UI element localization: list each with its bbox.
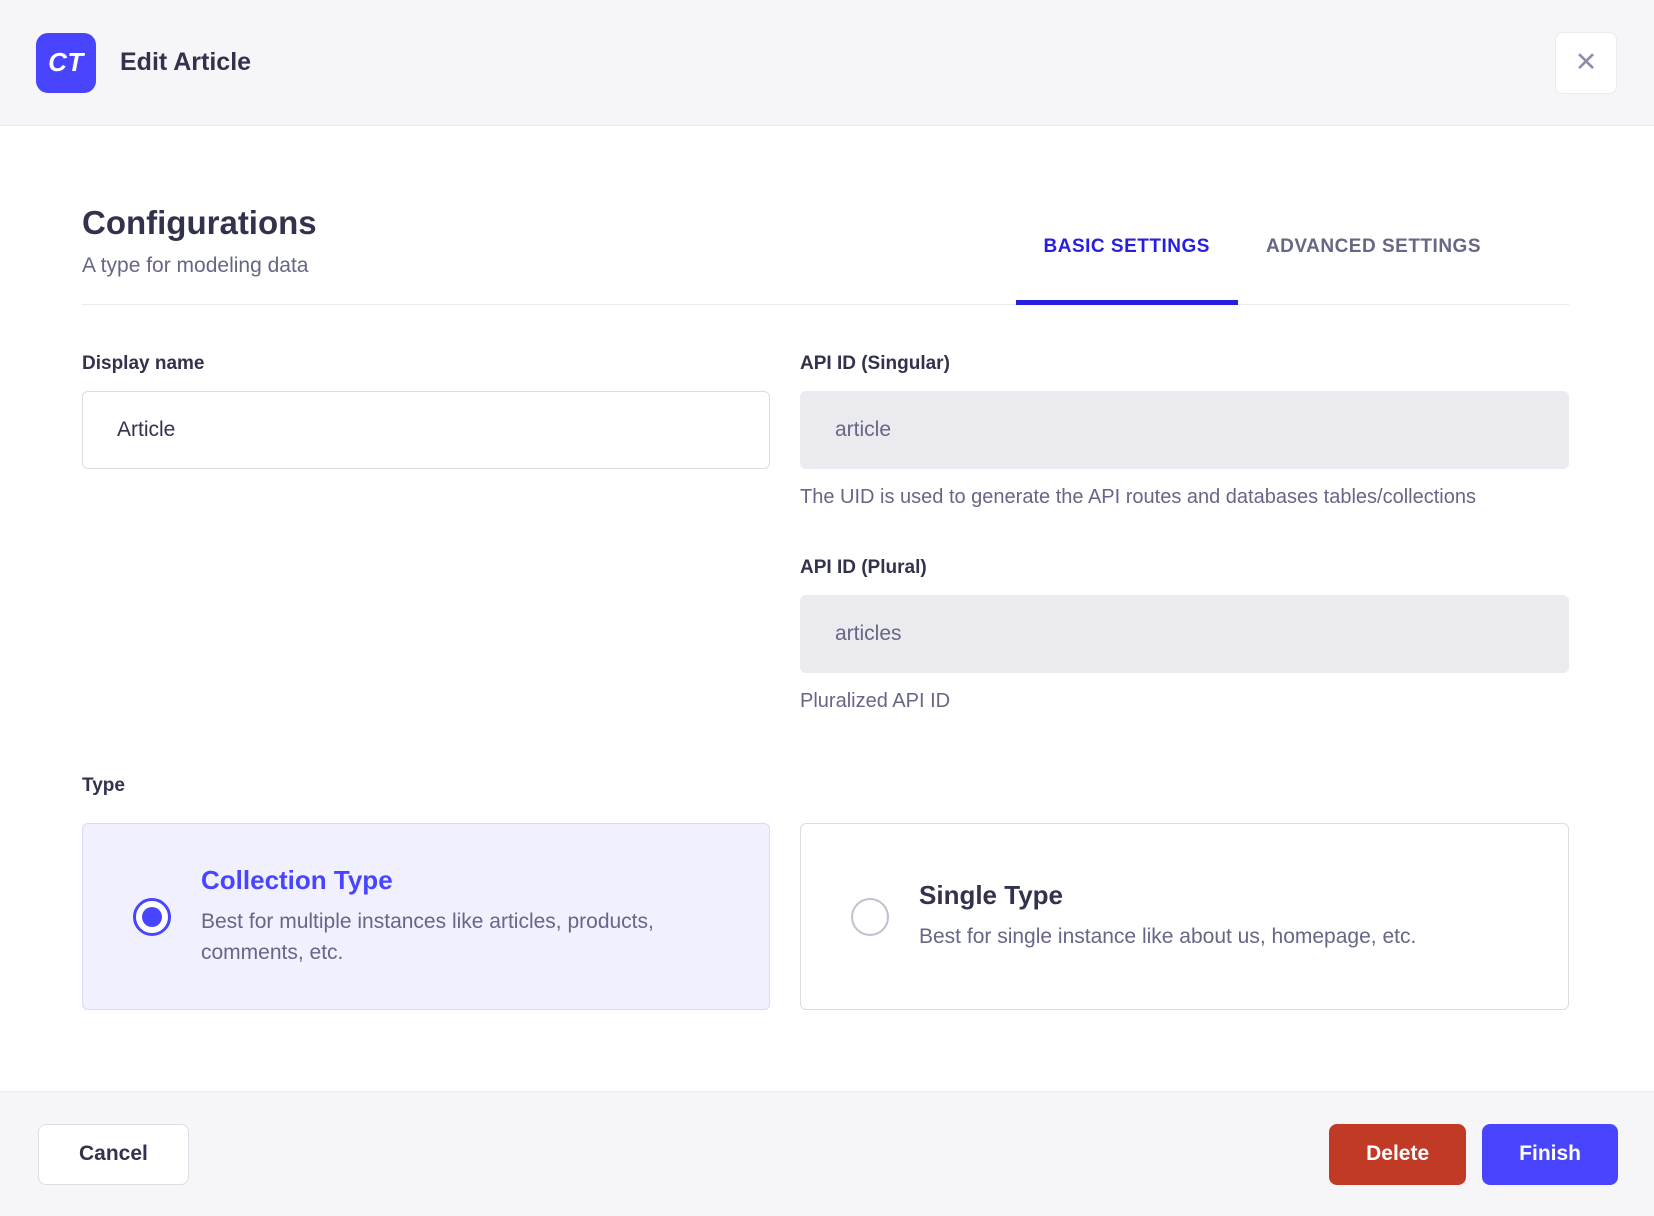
modal-header: CT Edit Article ✕	[0, 0, 1654, 126]
type-option-title: Collection Type	[201, 864, 393, 895]
api-id-singular-field: API ID (Singular) The UID is used to gen…	[800, 353, 1569, 513]
tab-basic-settings[interactable]: BASIC SETTINGS	[1015, 236, 1239, 305]
configuration-form: Display name API ID (Singular) The UID i…	[82, 353, 1569, 717]
content-type-badge-icon: CT	[36, 32, 96, 93]
api-id-plural-field: API ID (Plural) Pluralized API ID	[800, 557, 1569, 717]
section-head: Configurations A type for modeling data …	[82, 204, 1569, 305]
display-name-label: Display name	[82, 353, 205, 374]
type-option-text: Single Type Best for single instance lik…	[919, 880, 1416, 953]
display-name-input[interactable]	[82, 391, 770, 469]
type-section: Type Collection Type Best for multiple i…	[82, 775, 1569, 1010]
close-icon: ✕	[1574, 47, 1598, 77]
page-subtitle: A type for modeling data	[82, 254, 309, 277]
type-label: Type	[82, 775, 125, 796]
type-option-description: Best for multiple instances like article…	[201, 909, 654, 965]
type-option-title: Single Type	[919, 880, 1063, 911]
cancel-button[interactable]: Cancel	[38, 1123, 189, 1185]
page-title: Configurations	[82, 204, 317, 241]
api-id-plural-input	[800, 595, 1569, 673]
form-right-column: API ID (Singular) The UID is used to gen…	[800, 353, 1569, 717]
radio-unselected-icon[interactable]	[851, 897, 889, 936]
modal-body: Configurations A type for modeling data …	[0, 126, 1654, 1091]
type-cards: Collection Type Best for multiple instan…	[82, 823, 1569, 1010]
type-option-single[interactable]: Single Type Best for single instance lik…	[800, 823, 1569, 1010]
modal-title: Edit Article	[120, 48, 252, 76]
api-id-singular-helper: The UID is used to generate the API rout…	[800, 486, 1476, 508]
api-id-singular-label: API ID (Singular)	[800, 353, 950, 374]
footer-actions: Delete Finish	[1329, 1123, 1618, 1185]
type-option-text: Collection Type Best for multiple instan…	[201, 865, 733, 969]
display-name-field: Display name	[82, 353, 770, 469]
settings-tabs: BASIC SETTINGS ADVANCED SETTINGS	[1015, 236, 1569, 305]
form-left-column: Display name	[82, 353, 770, 717]
delete-button[interactable]: Delete	[1329, 1123, 1467, 1185]
modal-footer: Cancel Delete Finish	[0, 1091, 1654, 1216]
type-option-collection[interactable]: Collection Type Best for multiple instan…	[82, 823, 770, 1010]
tab-advanced-settings[interactable]: ADVANCED SETTINGS	[1238, 236, 1509, 304]
close-button[interactable]: ✕	[1555, 31, 1617, 94]
radio-selected-icon[interactable]	[133, 897, 171, 936]
api-id-singular-input	[800, 391, 1569, 469]
api-id-plural-label: API ID (Plural)	[800, 557, 927, 578]
section-titles: Configurations A type for modeling data	[82, 204, 317, 304]
type-option-description: Best for single instance like about us, …	[919, 925, 1417, 949]
api-id-plural-helper: Pluralized API ID	[800, 690, 951, 712]
finish-button[interactable]: Finish	[1482, 1123, 1618, 1185]
